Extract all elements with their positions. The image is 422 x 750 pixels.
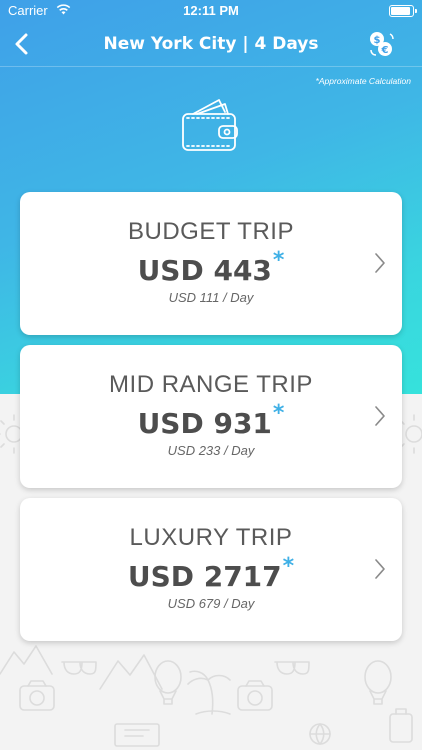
trip-price: USD 931* [137, 401, 285, 440]
wallet-icon [182, 99, 238, 151]
trip-name: BUDGET TRIP [128, 218, 294, 245]
trip-per-day: USD 111 / Day [168, 290, 254, 305]
chevron-right-icon [375, 559, 385, 579]
asterisk: * [272, 248, 285, 273]
trip-per-day: USD 233 / Day [167, 443, 255, 458]
trip-card-mid-range[interactable]: MID RANGE TRIP USD 931* USD 233 / Day [20, 345, 402, 488]
trip-price: USD 2717* [127, 554, 295, 593]
approximate-note: *Approximate Calculation [315, 76, 411, 86]
chevron-right-icon [375, 253, 385, 273]
nav-divider [0, 66, 422, 67]
navigation-bar: New York City | 4 Days $ € [0, 22, 422, 66]
trip-card-budget[interactable]: BUDGET TRIP USD 443* USD 111 / Day [20, 192, 402, 335]
trip-name: MID RANGE TRIP [109, 371, 313, 398]
page-title: New York City | 4 Days [103, 34, 319, 54]
trip-name: LUXURY TRIP [129, 524, 293, 551]
clock: 12:11 PM [183, 3, 239, 18]
status-bar: Carrier 12:11 PM [0, 0, 422, 22]
svg-text:$: $ [374, 35, 381, 46]
svg-text:€: € [381, 45, 389, 56]
asterisk: * [282, 554, 295, 579]
trip-price: USD 443* [137, 248, 285, 287]
asterisk: * [272, 401, 285, 426]
trip-per-day: USD 679 / Day [167, 596, 255, 611]
currency-exchange-icon[interactable]: $ € [368, 30, 394, 58]
battery-icon [389, 5, 417, 17]
chevron-right-icon [375, 406, 385, 426]
trip-card-luxury[interactable]: LUXURY TRIP USD 2717* USD 679 / Day [20, 498, 402, 641]
